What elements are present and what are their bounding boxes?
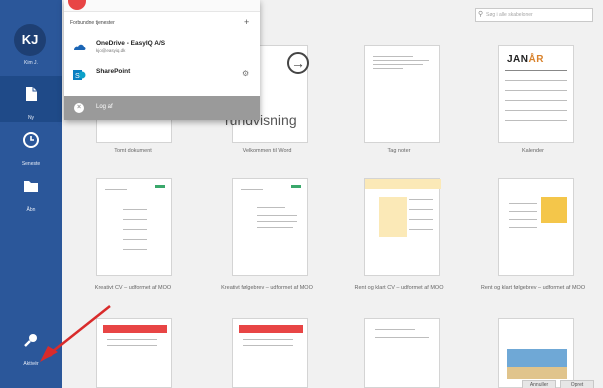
svg-text:S: S [75, 73, 80, 80]
calendar-preview-title: JANÅR [507, 54, 544, 65]
template-clean-cover-letter[interactable] [498, 178, 574, 276]
onedrive-icon [74, 44, 86, 50]
template-creative-cover-letter[interactable] [232, 178, 308, 276]
folder-icon [24, 181, 38, 192]
account-popup: Forbundne tjenester + OneDrive - EasyIQ … [64, 0, 260, 120]
sidebar-label-activate: Aktivér [23, 361, 39, 367]
clock-icon [23, 132, 39, 148]
template-take-notes[interactable] [364, 45, 440, 143]
sidebar: KJ Kim J. Ny Seneste Åbn Aktivér [0, 0, 62, 388]
sidebar-label-open: Åbn [26, 207, 36, 213]
template-calendar[interactable]: JANÅR [498, 45, 574, 143]
avatar-name: Kim J. [24, 60, 38, 66]
key-icon [24, 334, 37, 347]
template-row3-a[interactable] [96, 318, 172, 388]
sidebar-item-recent[interactable]: Seneste [0, 122, 62, 168]
service-row-onedrive[interactable]: OneDrive - EasyIQ A/S kjo@easyiq.dk [64, 36, 260, 58]
template-caption: Tomt dokument [114, 148, 152, 154]
template-caption: Kreativt følgebrev – udformet af MOO [221, 285, 313, 291]
logout-label: Log af [96, 104, 113, 110]
template-caption: Kreativt CV – udformet af MOO [94, 285, 172, 291]
sidebar-item-new[interactable]: Ny [0, 76, 62, 122]
template-caption: Rent og klart følgebrev – udformet af MO… [480, 285, 586, 291]
popup-header: Forbundne tjenester [70, 20, 115, 26]
search-placeholder: Søg i alle skabeloner [486, 12, 533, 18]
create-button[interactable]: Opret [560, 380, 594, 388]
gear-icon[interactable]: ⚙ [242, 70, 249, 78]
template-caption: Rent og klart CV – udformet af MOO [354, 285, 444, 291]
sidebar-label-new: Ny [27, 115, 35, 121]
service-row-sharepoint[interactable]: S SharePoint ⚙ [64, 64, 260, 86]
popup-top-strip [64, 0, 260, 12]
sharepoint-icon: S [73, 70, 86, 80]
template-row3-b[interactable] [232, 318, 308, 388]
template-caption: Velkommen til Word [242, 148, 292, 154]
template-row3-c[interactable] [364, 318, 440, 388]
logout-button[interactable]: × Log af [64, 96, 260, 120]
sidebar-item-activate[interactable]: Aktivér [0, 322, 62, 380]
service-title: SharePoint [96, 68, 131, 75]
template-creative-cv[interactable] [96, 178, 172, 276]
arrow-right-icon: → [287, 52, 309, 74]
sidebar-item-open[interactable]: Åbn [0, 168, 62, 214]
template-clean-cv[interactable] [364, 178, 441, 276]
template-row3-d[interactable] [498, 318, 574, 388]
logout-icon: × [74, 103, 84, 113]
search-icon: ⚲ [478, 11, 484, 18]
search-input[interactable]: ⚲ Søg i alle skabeloner [475, 8, 593, 22]
service-subtitle: kjo@easyiq.dk [96, 48, 126, 53]
service-title: OneDrive - EasyIQ A/S [96, 40, 166, 47]
new-document-icon [26, 87, 37, 101]
template-caption: Kalender [521, 148, 545, 154]
avatar[interactable]: KJ [14, 24, 46, 56]
add-service-icon[interactable]: + [244, 18, 249, 27]
cancel-button[interactable]: Annuller [522, 380, 556, 388]
template-caption: Tag noter [387, 148, 411, 154]
sidebar-label-recent: Seneste [21, 161, 41, 167]
